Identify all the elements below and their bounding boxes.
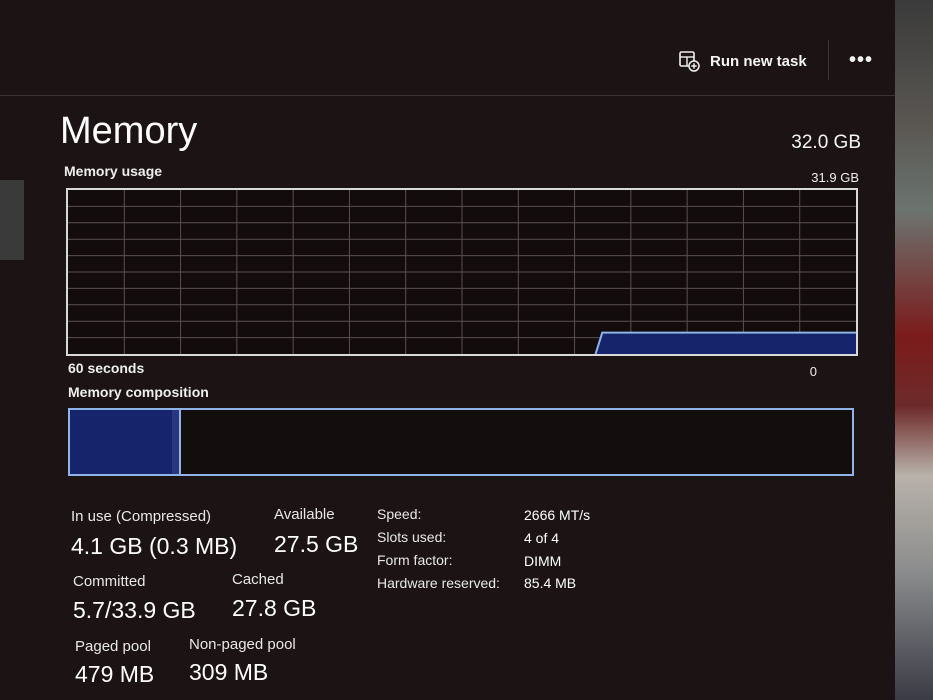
composition-label: Memory composition (68, 384, 209, 400)
paged-pool-value: 479 MB (75, 661, 155, 687)
run-task-icon (678, 50, 700, 72)
hardware-reserved-value: 85.4 MB (524, 575, 577, 591)
usage-graph-max-label: 31.9 GB (811, 170, 859, 185)
available-value: 27.5 GB (274, 531, 359, 557)
non-paged-pool-label: Non-paged pool (189, 636, 296, 653)
paged-pool-label: Paged pool (75, 638, 151, 655)
command-bar-divider (828, 40, 829, 80)
more-options-button[interactable]: ••• (846, 46, 876, 74)
composition-modified-segment (171, 410, 182, 474)
form-factor-label: Form factor: (377, 552, 453, 568)
memory-composition-bar (68, 408, 854, 476)
memory-usage-graph (66, 188, 858, 356)
slots-used-value: 4 of 4 (524, 530, 560, 546)
graph-time-span-label: 60 seconds (68, 360, 145, 376)
cached-label: Cached (232, 571, 284, 588)
command-bar: Run new task ••• (0, 0, 895, 96)
usage-area (595, 332, 856, 354)
slots-used-label: Slots used: (377, 529, 447, 545)
composition-in-use-segment (70, 410, 174, 474)
committed-label: Committed (73, 573, 146, 590)
nav-selection-indicator (0, 180, 24, 260)
committed-value: 5.7/33.9 GB (73, 597, 196, 623)
memory-usage-graph-canvas (68, 190, 856, 354)
total-memory: 32.0 GB (791, 132, 861, 153)
background-right (895, 0, 933, 700)
task-manager-window: Run new task ••• Memory 32.0 GB Memory u… (0, 0, 897, 700)
usage-graph-label: Memory usage (64, 163, 163, 179)
non-paged-pool-value: 309 MB (189, 659, 269, 685)
available-label: Available (274, 506, 335, 523)
run-new-task-button[interactable]: Run new task (678, 47, 807, 75)
form-factor-value: DIMM (524, 553, 562, 569)
page-title: Memory (60, 110, 198, 152)
speed-label: Speed: (377, 506, 422, 522)
cached-value: 27.8 GB (232, 595, 317, 621)
in-use-label: In use (Compressed) (71, 508, 212, 525)
graph-min-label: 0 (809, 364, 817, 379)
speed-value: 2666 MT/s (524, 507, 591, 523)
run-new-task-label: Run new task (710, 52, 807, 70)
hardware-reserved-label: Hardware reserved: (377, 575, 500, 591)
in-use-value: 4.1 GB (0.3 MB) (71, 533, 238, 559)
